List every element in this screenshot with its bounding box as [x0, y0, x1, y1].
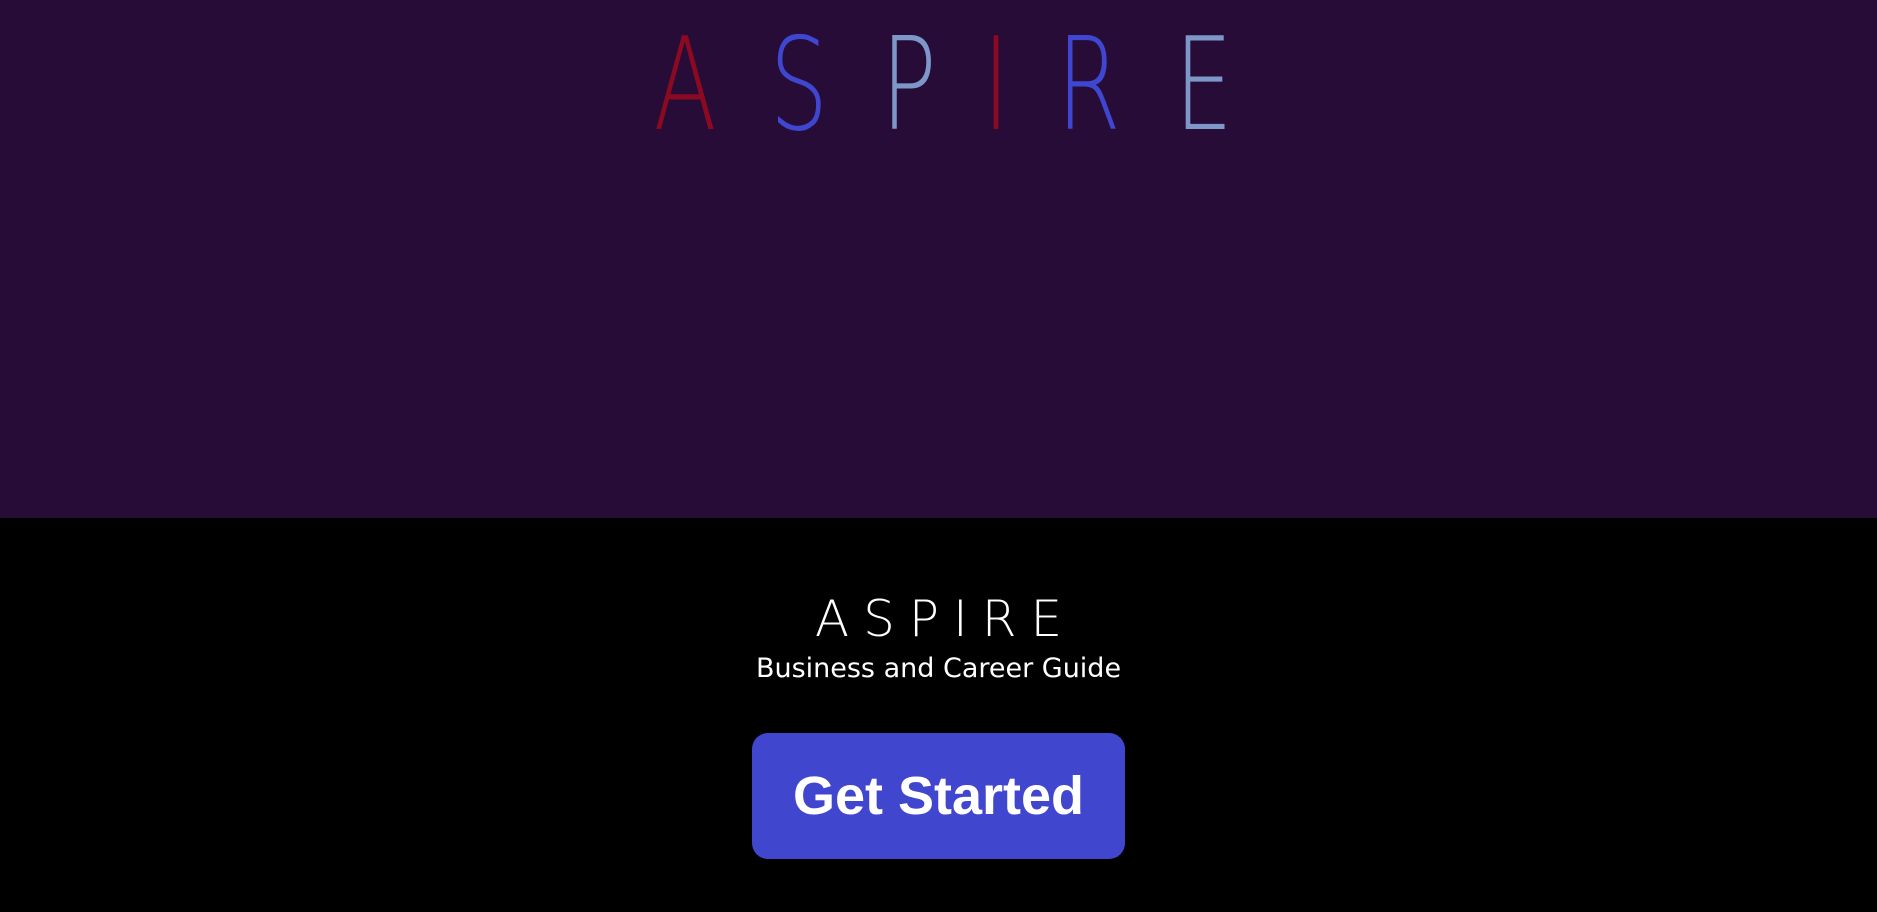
logo-letter: E — [1174, 11, 1255, 160]
logo-letter: I — [982, 11, 1031, 160]
logo-letter: R — [1057, 11, 1143, 160]
logo-letter: A — [653, 11, 738, 160]
aspire-logo: ASPIRE — [0, 22, 1877, 150]
get-started-button[interactable]: Get Started — [752, 733, 1125, 859]
landing-section: ASPIRE Business and Career Guide Get Sta… — [0, 518, 1877, 912]
logo-letter: P — [880, 11, 958, 160]
hero-banner: ASPIRE — [0, 0, 1877, 518]
logo-letter: S — [769, 11, 850, 160]
brand-tagline: Business and Career Guide — [755, 653, 1122, 684]
brand-title: ASPIRE — [814, 590, 1077, 648]
